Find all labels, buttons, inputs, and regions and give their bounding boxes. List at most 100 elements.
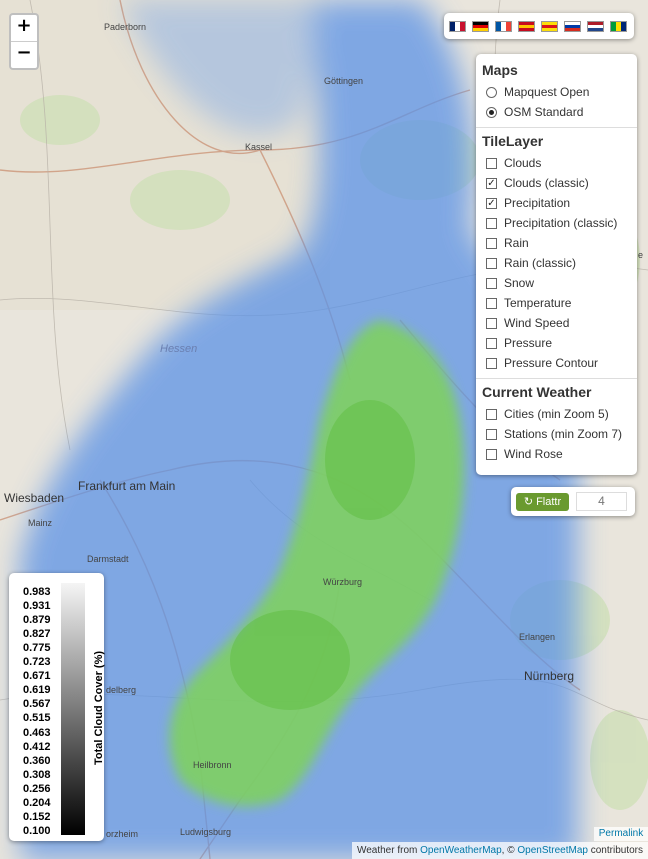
checkbox[interactable] [486,357,497,369]
layer-label: Wind Rose [504,447,563,461]
checkbox[interactable] [486,157,497,169]
tile-layer-option[interactable]: Pressure Contour [482,353,631,373]
checkbox[interactable] [486,337,497,349]
weather-layer-option[interactable]: Wind Rose [482,444,631,464]
city-label: orzheim [106,829,139,839]
legend-value: 0.308 [23,768,51,781]
layer-label: OSM Standard [504,105,584,119]
city-label: delberg [106,685,137,695]
brazilian-flag-icon[interactable] [610,20,627,32]
checkbox[interactable] [486,428,497,440]
layer-label: Clouds (classic) [504,176,589,190]
flattr-widget: ↻ Flattr 4 [511,487,635,516]
tile-layer-option[interactable]: ✓ Precipitation [482,193,631,213]
attribution-mid: , © [501,845,518,856]
legend-value: 0.983 [23,586,51,598]
layer-label: Snow [504,276,535,290]
legend-value: 0.256 [23,782,51,795]
language-selector [444,13,634,39]
legend-value: 0.100 [23,824,51,837]
openstreetmap-link[interactable]: OpenStreetMap [517,845,588,856]
checkbox[interactable]: ✓ [486,177,497,189]
city-label: Wiesbaden [4,491,65,505]
legend-value: 0.775 [23,642,51,655]
cloud-cover-legend: 0.983 0.931 0.879 0.827 0.775 0.723 0.671 0.619… [9,573,105,841]
layer-label: Precipitation [504,196,571,210]
legend-value: 0.723 [23,656,51,669]
legend-title: Total Cloud Cover (%) [93,650,105,766]
radio-button[interactable] [486,86,497,98]
legend-gradient-bar [61,583,85,835]
flattr-count: 4 [576,492,627,511]
russian-flag-icon[interactable] [564,20,581,32]
layer-label: Rain (classic) [504,256,577,270]
layer-label: Cities (min Zoom 5) [504,407,609,421]
legend-value: 0.619 [23,684,51,697]
zoom-out-button[interactable]: − [11,41,37,68]
city-label: Frankfurt am Main [78,479,176,493]
legend-value: 0.463 [23,726,51,739]
weather-layer-option[interactable]: Cities (min Zoom 5) [482,404,631,424]
spanish-flag-icon[interactable] [518,20,535,32]
flattr-button[interactable]: ↻ Flattr [516,492,569,511]
city-label: Nürnberg [524,669,575,683]
layer-label: Precipitation (classic) [504,216,618,230]
maps-heading: Maps [482,62,518,78]
checkbox[interactable] [486,408,497,420]
tile-layer-option[interactable]: Wind Speed [482,313,631,333]
layer-label: Pressure Contour [504,356,599,370]
attribution-prefix: Weather from [356,845,421,856]
german-flag-icon[interactable] [472,20,489,32]
layer-label: Stations (min Zoom 7) [504,427,623,441]
legend-value: 0.204 [23,796,51,809]
tile-layer-option[interactable]: ✓ Clouds (classic) [482,173,631,193]
tile-layer-option[interactable]: Snow [482,273,631,293]
legend-value: 0.360 [23,754,51,767]
layer-label: Temperature [504,296,572,310]
checkbox[interactable] [486,277,497,289]
legend-value: 0.515 [23,712,51,725]
city-label: Kassel [245,142,273,152]
checkbox[interactable] [486,448,497,460]
tile-layer-option[interactable]: Rain [482,233,631,253]
tile-layer-option[interactable]: Clouds [482,153,631,173]
layer-label: Wind Speed [504,316,570,330]
legend-value: 0.827 [23,628,51,641]
legend-value: 0.931 [23,600,51,613]
english-flag-icon[interactable] [449,20,466,32]
checkbox[interactable] [486,317,497,329]
base-map-option[interactable]: OSM Standard [482,102,631,122]
checkbox[interactable] [486,237,497,249]
checkbox[interactable] [486,297,497,309]
zoom-in-button[interactable]: + [11,15,37,41]
openweathermap-link[interactable]: OpenWeatherMap [420,845,502,856]
legend-value: 0.152 [23,810,51,823]
radio-button[interactable] [486,106,497,118]
city-label: Erlangen [519,632,556,642]
dutch-flag-icon[interactable] [587,20,604,32]
permalink-link[interactable]: Permalink [594,827,648,841]
flattr-label: Flattr [536,495,562,508]
tile-layer-option[interactable]: Rain (classic) [482,253,631,273]
tile-layer-option[interactable]: Pressure [482,333,631,353]
tile-layer-option[interactable]: Precipitation (classic) [482,213,631,233]
weather-layer-option[interactable]: Stations (min Zoom 7) [482,424,631,444]
tile-layer-option[interactable]: Temperature [482,293,631,313]
city-label: Würzburg [323,577,363,587]
legend-value: 0.671 [23,670,51,683]
city-label: e [638,250,644,260]
legend-value: 0.412 [23,740,51,753]
base-map-option[interactable]: Mapquest Open [482,82,631,102]
region-label: Hessen [160,343,198,355]
city-label: Mainz [28,518,53,528]
legend-value: 0.567 [23,698,51,711]
flattr-icon: ↻ [523,496,534,508]
layer-label: Clouds [504,156,542,170]
checkbox[interactable] [486,257,497,269]
checkbox[interactable]: ✓ [486,197,497,209]
catalan-flag-icon[interactable] [541,20,558,32]
layer-label: Mapquest Open [504,85,590,99]
checkbox[interactable] [486,217,497,229]
french-flag-icon[interactable] [495,20,512,32]
layer-label: Rain [504,236,529,250]
